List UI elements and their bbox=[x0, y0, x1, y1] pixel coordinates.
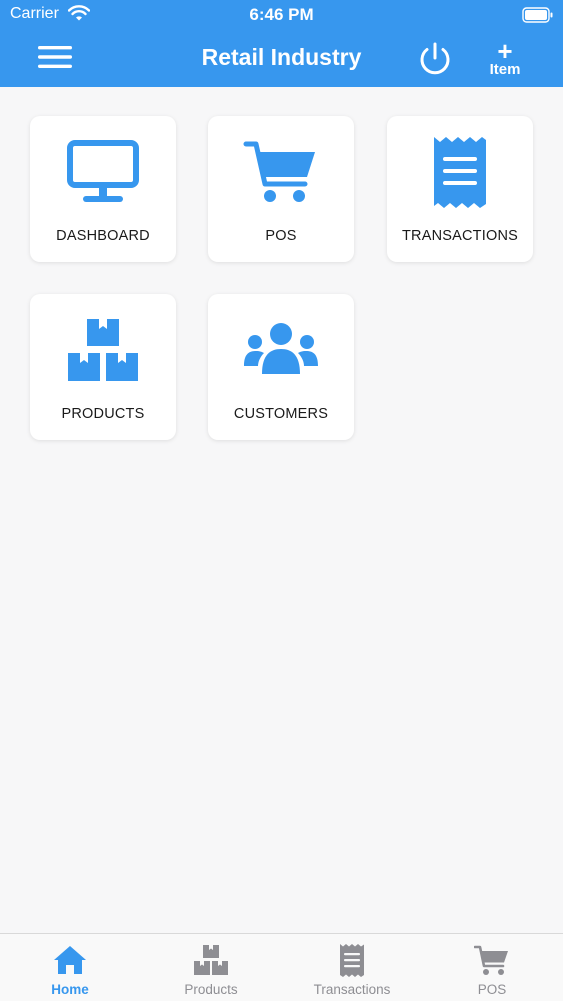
users-icon bbox=[244, 323, 318, 374]
boxes-icon bbox=[194, 945, 228, 975]
tab-label: Home bbox=[51, 982, 89, 997]
tab-pos[interactable]: POS bbox=[422, 934, 562, 1001]
tab-home[interactable]: Home bbox=[0, 934, 140, 1001]
power-button[interactable] bbox=[416, 40, 454, 78]
status-bar: Carrier 6:46 PM bbox=[0, 0, 563, 30]
tab-label: POS bbox=[477, 982, 507, 997]
home-icon bbox=[54, 946, 86, 974]
tile-products[interactable]: PRODUCTS bbox=[30, 294, 176, 440]
battery-icon bbox=[522, 7, 554, 28]
plus-icon: + bbox=[497, 36, 513, 66]
tab-transactions[interactable]: Transactions bbox=[282, 934, 422, 1001]
app-header: Carrier 6:46 PM Retail Industry + Item bbox=[0, 0, 563, 87]
add-item-label: Item bbox=[489, 61, 521, 78]
tile-dashboard[interactable]: DASHBOARD bbox=[30, 116, 176, 262]
tile-label: DASHBOARD bbox=[56, 228, 150, 244]
boxes-icon bbox=[68, 319, 138, 381]
tile-label: TRANSACTIONS bbox=[402, 228, 518, 244]
add-item-button[interactable]: + Item bbox=[480, 36, 530, 80]
tab-label: Products bbox=[184, 982, 238, 997]
tile-pos[interactable]: POS bbox=[208, 116, 354, 262]
tab-products[interactable]: Products bbox=[141, 934, 281, 1001]
tile-transactions[interactable]: TRANSACTIONS bbox=[387, 116, 533, 262]
bottom-tab-bar: Home Products Transactions POS bbox=[0, 933, 563, 1001]
status-time: 6:46 PM bbox=[249, 5, 314, 24]
tile-label: POS bbox=[265, 228, 297, 244]
page-title: Retail Industry bbox=[201, 44, 362, 70]
tile-label: CUSTOMERS bbox=[233, 406, 329, 422]
shopping-cart-icon bbox=[474, 945, 508, 975]
monitor-icon bbox=[67, 140, 139, 202]
tab-label: Transactions bbox=[313, 982, 391, 997]
power-icon bbox=[420, 42, 450, 75]
receipt-icon bbox=[434, 137, 486, 208]
shopping-cart-icon bbox=[243, 141, 315, 202]
tile-label: PRODUCTS bbox=[61, 406, 145, 422]
receipt-icon bbox=[340, 944, 364, 977]
tile-customers[interactable]: CUSTOMERS bbox=[208, 294, 354, 440]
